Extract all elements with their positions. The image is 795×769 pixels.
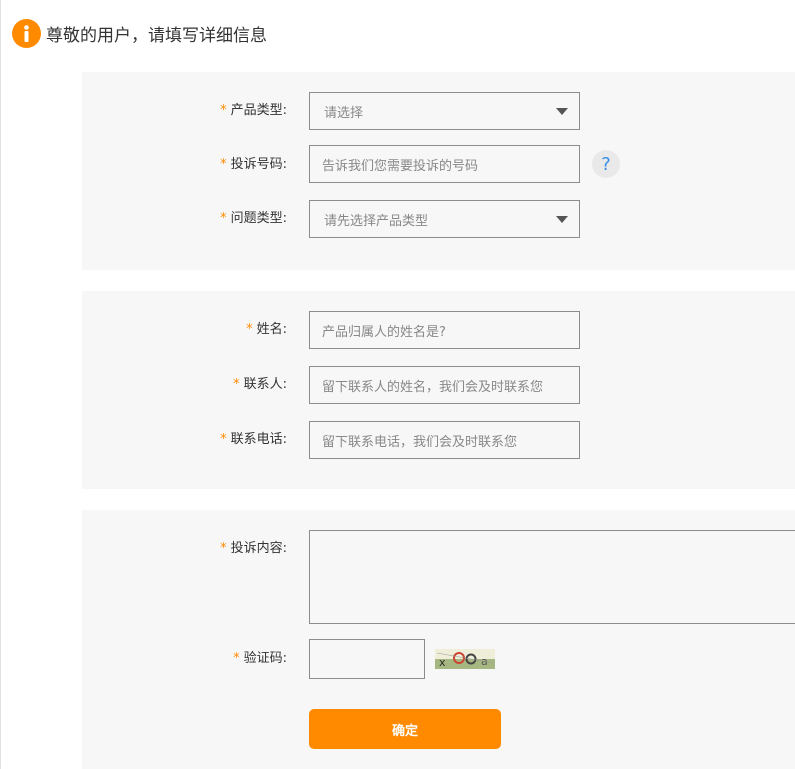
name-label: * 姓名: xyxy=(246,322,287,337)
contact-input[interactable]: 留下联系人的姓名，我们会及时联系您 xyxy=(309,366,580,404)
info-icon xyxy=(12,18,41,48)
product-type-label: * 产品类型: xyxy=(220,103,287,118)
submit-button[interactable]: 确定 xyxy=(309,709,501,749)
complaint-number-input[interactable]: 告诉我们您需要投诉的号码 xyxy=(309,145,580,183)
svg-text:x: x xyxy=(439,656,446,669)
required-mark: * xyxy=(220,103,227,118)
content-label: * 投诉内容: xyxy=(220,541,287,556)
page-title: 尊敬的用户，请填写详细信息 xyxy=(46,25,267,46)
chevron-down-icon xyxy=(556,216,568,223)
help-icon[interactable]: ? xyxy=(592,150,620,178)
contact-info-panel: * 姓名: 产品归属人的姓名是? * 联系人: 留下联系人的姓名，我们会及时联系您 … xyxy=(82,291,795,489)
phone-input[interactable]: 留下联系电话，我们会及时联系您 xyxy=(309,421,580,459)
name-input[interactable]: 产品归属人的姓名是? xyxy=(309,311,580,349)
captcha-input[interactable] xyxy=(309,639,425,679)
complaint-content-panel: *投诉内容: *验证码: x a 确定 xyxy=(82,510,795,769)
captcha-image[interactable]: x a xyxy=(435,649,495,669)
product-info-panel: * 产品类型: 请选择 * 投诉号码: 告诉我们您需要投诉的号码 ? * 问题类型: … xyxy=(82,72,795,270)
chevron-down-icon xyxy=(556,108,568,115)
left-border xyxy=(0,0,1,769)
issue-type-select[interactable]: 请先选择产品类型 xyxy=(309,200,580,238)
content-textarea[interactable] xyxy=(309,530,795,624)
issue-type-label: * 问题类型: xyxy=(220,211,287,226)
complaint-number-label: * 投诉号码: xyxy=(220,157,287,172)
contact-label: * 联系人: xyxy=(233,377,287,392)
phone-label: * 联系电话: xyxy=(220,432,287,447)
captcha-label: * 验证码: xyxy=(233,651,287,666)
product-type-select[interactable]: 请选择 xyxy=(309,92,580,130)
page-header: 尊敬的用户，请填写详细信息 xyxy=(12,18,267,48)
